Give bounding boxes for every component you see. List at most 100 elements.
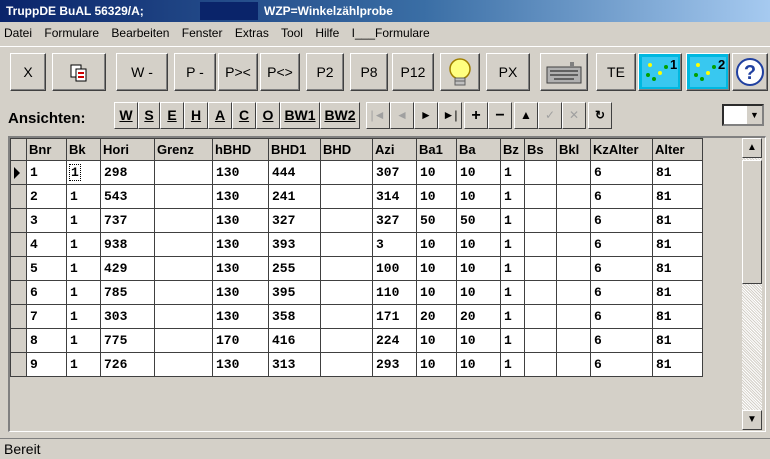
grid-cell-bk[interactable]: 1 <box>66 208 101 233</box>
col-header[interactable]: Bs <box>524 138 557 161</box>
grid-cell-bhd[interactable] <box>320 304 373 329</box>
row-selector[interactable] <box>10 304 27 329</box>
table-row[interactable]: 4 1 938 130 393 3 10 10 1 6 81 <box>10 232 703 257</box>
grid-cell-hori[interactable]: 429 <box>100 256 155 281</box>
last-record-button[interactable]: ►| <box>438 102 462 129</box>
grid-cell-alter[interactable]: 81 <box>652 352 703 377</box>
idea-button[interactable] <box>440 53 480 91</box>
grid-cell-bhd1[interactable]: 358 <box>268 304 321 329</box>
grid-cell-ba[interactable]: 10 <box>456 328 501 353</box>
grid-cell-bkl[interactable] <box>556 352 591 377</box>
copy-form-button[interactable] <box>52 53 106 91</box>
delete-record-button[interactable]: − <box>488 102 512 129</box>
map-layer-2-button[interactable]: 2 <box>686 53 730 91</box>
grid-cell-bkl[interactable] <box>556 328 591 353</box>
row-selector[interactable] <box>10 352 27 377</box>
grid-cell-bhd1[interactable]: 444 <box>268 160 321 185</box>
grid-cell-bnr[interactable]: 4 <box>26 232 67 257</box>
grid-cell-kzalter[interactable]: 6 <box>590 160 653 185</box>
grid-cell-bs[interactable] <box>524 304 557 329</box>
grid-cell-hbhd[interactable]: 130 <box>212 208 269 233</box>
grid-cell-azi[interactable]: 307 <box>372 160 417 185</box>
row-selector[interactable] <box>10 328 27 353</box>
p8-button[interactable]: P8 <box>350 53 388 91</box>
menu-hilfe[interactable]: Hilfe <box>315 26 339 40</box>
p12-button[interactable]: P12 <box>392 53 434 91</box>
grid-cell-ba1[interactable]: 10 <box>416 256 457 281</box>
col-header[interactable]: Alter <box>652 138 703 161</box>
grid-cell-alter[interactable]: 81 <box>652 208 703 233</box>
grid-cell-kzalter[interactable]: 6 <box>590 184 653 209</box>
table-row[interactable]: 8 1 775 170 416 224 10 10 1 6 81 <box>10 328 703 353</box>
grid-cell-ba1[interactable]: 10 <box>416 184 457 209</box>
col-header[interactable]: BHD1 <box>268 138 321 161</box>
menu-i-formulare[interactable]: I___Formulare <box>352 26 430 40</box>
grid-cell-bhd[interactable] <box>320 328 373 353</box>
menu-tool[interactable]: Tool <box>281 26 303 40</box>
table-row[interactable]: 5 1 429 130 255 100 10 10 1 6 81 <box>10 256 703 281</box>
table-row[interactable]: 7 1 303 130 358 171 20 20 1 6 81 <box>10 304 703 329</box>
map-layer-1-button[interactable]: 1 <box>638 53 682 91</box>
grid-cell-bhd[interactable] <box>320 232 373 257</box>
w-minus-button[interactable]: W - <box>116 53 168 91</box>
grid-cell-grenz[interactable] <box>154 304 213 329</box>
grid-cell-grenz[interactable] <box>154 328 213 353</box>
grid-cell-bnr[interactable]: 1 <box>26 160 67 185</box>
grid-cell-hbhd[interactable]: 130 <box>212 304 269 329</box>
grid-cell-bs[interactable] <box>524 184 557 209</box>
grid-cell-bhd1[interactable]: 255 <box>268 256 321 281</box>
grid-cell-bhd1[interactable]: 395 <box>268 280 321 305</box>
grid-cell-ba[interactable]: 10 <box>456 280 501 305</box>
row-selector[interactable] <box>10 208 27 233</box>
grid-cell-bhd1[interactable]: 313 <box>268 352 321 377</box>
grid-cell-bnr[interactable]: 6 <box>26 280 67 305</box>
grid-cell-bs[interactable] <box>524 352 557 377</box>
vertical-scrollbar[interactable]: ▲ ▼ <box>742 138 762 430</box>
menu-formulare[interactable]: Formulare <box>44 26 99 40</box>
grid-cell-alter[interactable]: 81 <box>652 184 703 209</box>
view-e-button[interactable]: E <box>160 102 184 129</box>
grid-cell-ba1[interactable]: 10 <box>416 160 457 185</box>
grid-cell-grenz[interactable] <box>154 232 213 257</box>
grid-cell-ba[interactable]: 10 <box>456 352 501 377</box>
grid-cell-alter[interactable]: 81 <box>652 232 703 257</box>
grid-cell-grenz[interactable] <box>154 352 213 377</box>
grid-cell-ba[interactable]: 10 <box>456 232 501 257</box>
add-record-button[interactable]: + <box>464 102 488 129</box>
grid-cell-ba1[interactable]: 10 <box>416 328 457 353</box>
view-s-button[interactable]: S <box>138 102 160 129</box>
row-selector[interactable] <box>10 232 27 257</box>
grid-cell-bhd[interactable] <box>320 184 373 209</box>
row-selector[interactable] <box>10 160 27 185</box>
grid-cell-kzalter[interactable]: 6 <box>590 352 653 377</box>
grid-cell-grenz[interactable] <box>154 208 213 233</box>
p-minus-button[interactable]: P - <box>174 53 216 91</box>
close-button[interactable]: X <box>10 53 46 91</box>
grid-cell-bk[interactable]: 1 <box>66 256 101 281</box>
grid-cell-bnr[interactable]: 9 <box>26 352 67 377</box>
grid-cell-bhd1[interactable]: 327 <box>268 208 321 233</box>
table-row[interactable]: 3 1 737 130 327 327 50 50 1 6 81 <box>10 208 703 233</box>
grid-cell-hori[interactable]: 303 <box>100 304 155 329</box>
grid-cell-bz[interactable]: 1 <box>500 256 525 281</box>
view-c-button[interactable]: C <box>232 102 256 129</box>
grid-cell-alter[interactable]: 81 <box>652 328 703 353</box>
grid-cell-hori[interactable]: 775 <box>100 328 155 353</box>
grid-cell-bkl[interactable] <box>556 184 591 209</box>
grid-cell-bs[interactable] <box>524 232 557 257</box>
grid-cell-bk[interactable]: 1 <box>66 280 101 305</box>
grid-cell-hbhd[interactable]: 170 <box>212 328 269 353</box>
grid-cell-azi[interactable]: 224 <box>372 328 417 353</box>
grid-cell-bnr[interactable]: 8 <box>26 328 67 353</box>
grid-cell-hbhd[interactable]: 130 <box>212 160 269 185</box>
row-selector[interactable] <box>10 280 27 305</box>
grid-cell-bkl[interactable] <box>556 304 591 329</box>
grid-cell-alter[interactable]: 81 <box>652 160 703 185</box>
grid-cell-hori[interactable]: 938 <box>100 232 155 257</box>
edit-record-button[interactable]: ▲ <box>514 102 538 129</box>
grid-cell-bz[interactable]: 1 <box>500 184 525 209</box>
row-selector[interactable] <box>10 184 27 209</box>
grid-cell-ba[interactable]: 10 <box>456 160 501 185</box>
grid-cell-grenz[interactable] <box>154 256 213 281</box>
view-h-button[interactable]: H <box>184 102 208 129</box>
